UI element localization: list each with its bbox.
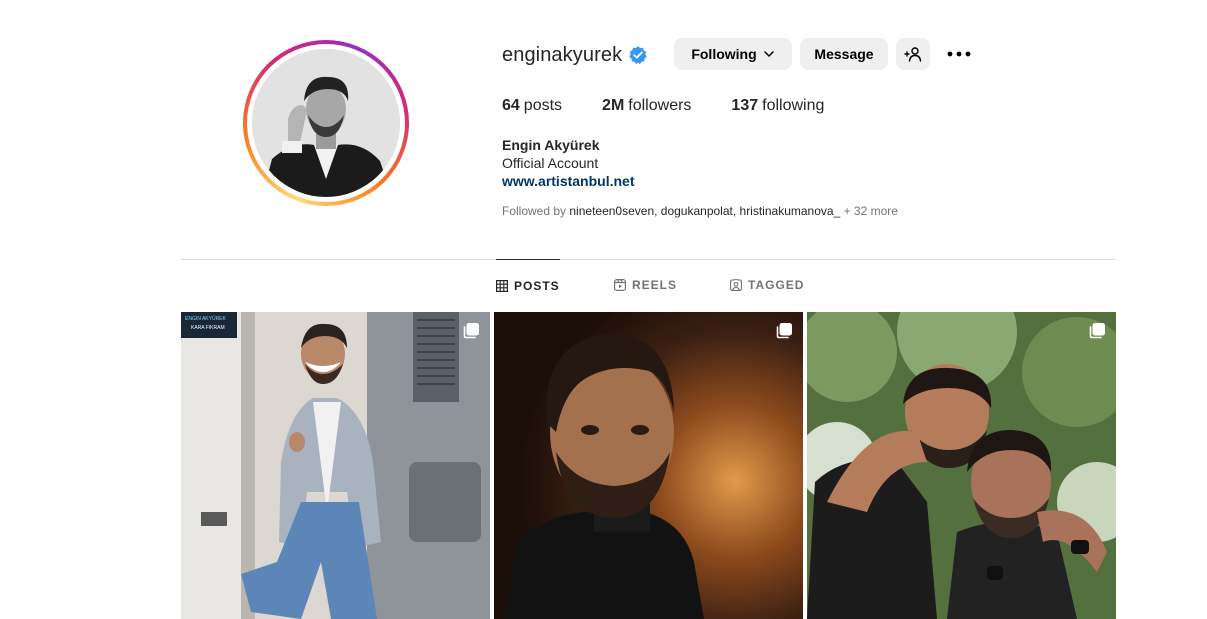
sign-text-line-2: KARA FIKRAM [191,325,225,331]
more-dots-icon [947,51,971,57]
followers-count: 2M [602,97,625,114]
following-count: 137 [731,97,759,114]
followed-by-names: nineteen0seven, dogukanpolat, hristinaku… [569,204,841,218]
avatar-portrait-image [252,49,400,197]
sign-text-line-1: ENGIN AKYÜREK [185,315,227,322]
profile-avatar-story-ring[interactable] [243,40,409,206]
followers-label: followers [628,97,692,114]
tab-tagged[interactable]: TAGGED [730,259,804,311]
add-user-icon [904,47,922,62]
followed-by-more: + 32 more [843,204,898,218]
profile-stats: 64 posts 2M followers 137 following [502,97,864,119]
tab-posts[interactable]: POSTS [496,259,560,312]
message-button[interactable]: Message [800,38,888,70]
following-stat[interactable]: 137 following [731,97,824,119]
username: enginakyurek [502,43,623,66]
full-name: Engin Akyürek [502,137,600,153]
posts-stat: 64 posts [502,97,562,119]
suggested-users-button[interactable] [896,38,930,70]
carousel-icon [776,323,792,339]
verified-badge-icon [629,46,647,65]
more-options-button[interactable] [943,44,975,64]
website-link[interactable]: www.artistanbul.net [502,173,635,189]
grid-icon [496,280,508,292]
bio-text: Official Account [502,155,599,171]
followed-by[interactable]: Followed by nineteen0seven, dogukanpolat… [502,204,898,218]
post-image-trailer: ENGIN AKYÜREK KARA FIKRAM [181,312,490,619]
username-row: enginakyurek [502,38,648,72]
tab-tagged-label: TAGGED [748,278,805,292]
following-label: following [762,97,825,114]
following-button-label: Following [691,46,757,62]
reels-icon [614,279,626,291]
followed-by-prefix: Followed by [502,204,567,218]
post-thumbnail[interactable]: ENGIN AKYÜREK KARA FIKRAM [181,312,490,619]
tagged-icon [730,279,742,291]
message-button-label: Message [814,46,874,62]
posts-label: posts [523,97,563,114]
carousel-icon [463,323,479,339]
tab-posts-label: POSTS [514,279,560,293]
chevron-down-icon [763,51,774,57]
avatar[interactable] [252,49,400,197]
following-button[interactable]: Following [674,38,792,70]
posts-count: 64 [502,97,520,114]
tab-reels-label: REELS [632,278,678,292]
tab-reels[interactable]: REELS [614,259,677,311]
post-thumbnail[interactable] [807,312,1116,619]
post-thumbnail[interactable] [494,312,803,619]
post-image-friends [807,312,1116,619]
followers-stat[interactable]: 2M followers [602,97,691,119]
carousel-icon [1089,323,1105,339]
post-image-portrait [494,312,803,619]
